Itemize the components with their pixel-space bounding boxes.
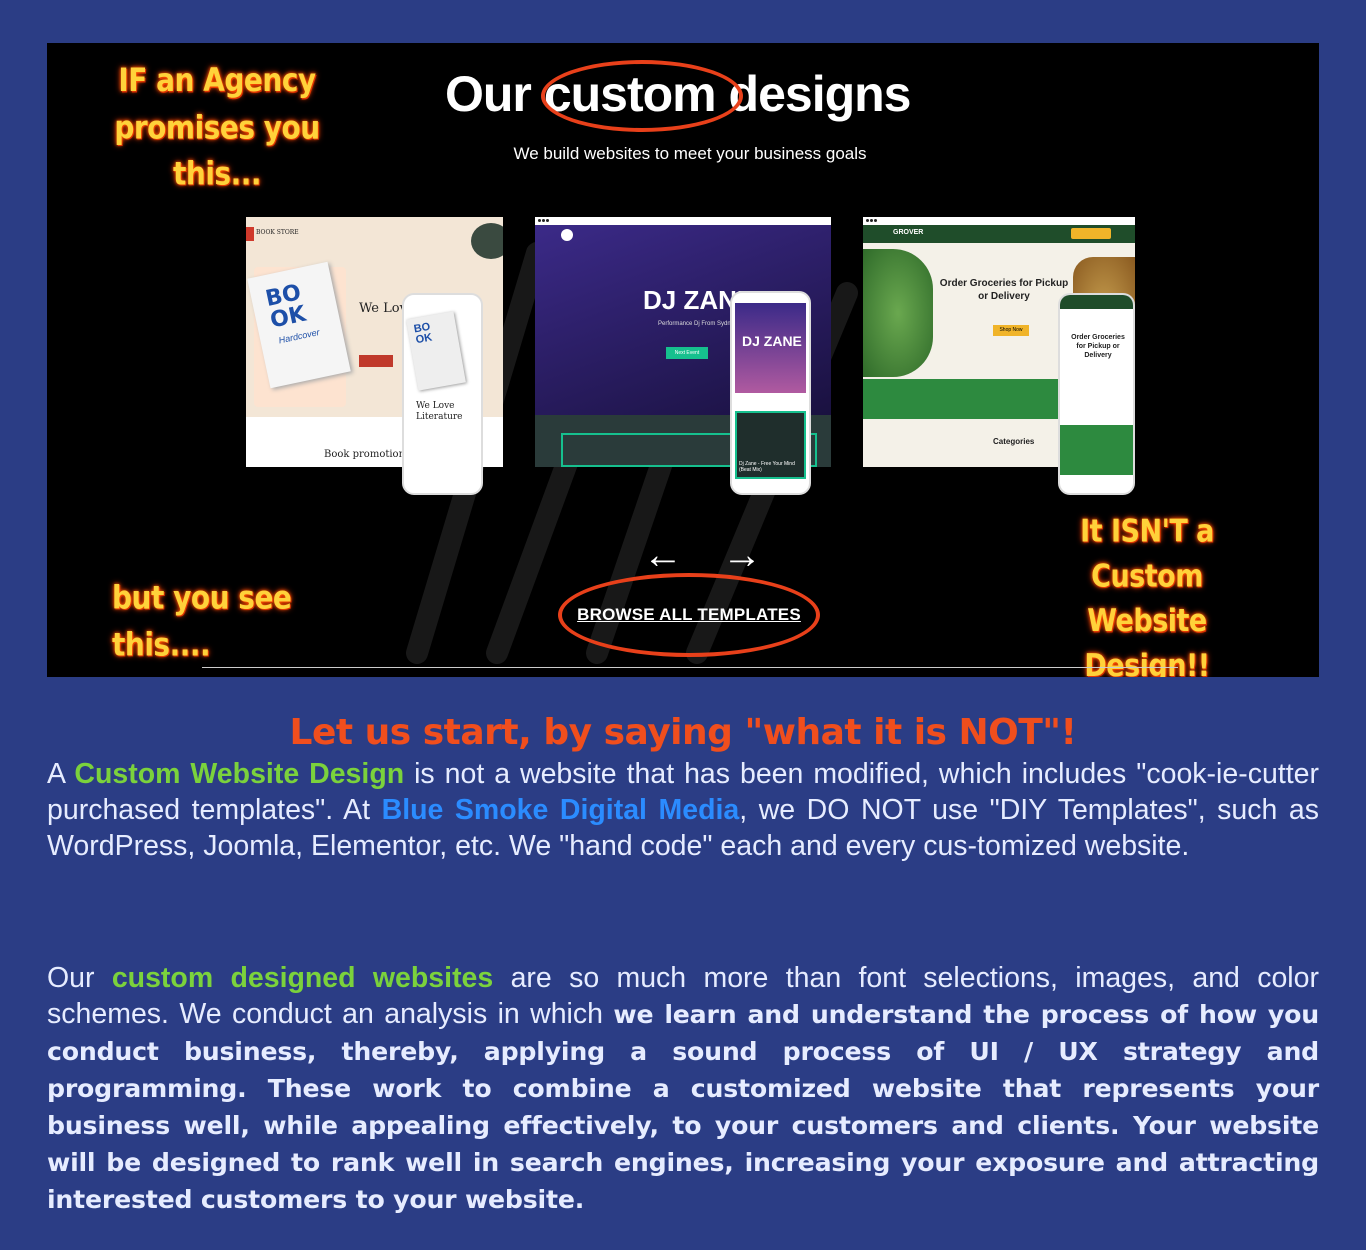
grocery-heading: Order Groceries for Pickup or Delivery xyxy=(939,278,1069,302)
p1-highlight-blue: Blue Smoke Digital Media xyxy=(381,794,740,826)
paragraph-1: A Custom Website Design is not a website… xyxy=(47,756,1319,864)
p2-highlight-green: custom designed websites xyxy=(111,962,494,994)
p2-bold-text: we learn and understand the process of h… xyxy=(47,1000,1319,1214)
browser-bar xyxy=(535,217,831,225)
book-cover-title: BO OK xyxy=(263,280,309,334)
phone-dj-title: DJ ZANE xyxy=(742,333,802,349)
grocery-section: Categories xyxy=(993,437,1035,446)
phone-dj-track: Dj Zane - Free Your Mind (Beat Mix) xyxy=(739,461,795,473)
browser-bar xyxy=(863,217,1135,225)
callout-bottom-left: but you see this.... xyxy=(112,578,292,663)
title-circle-highlight xyxy=(541,60,743,132)
p2-text-1: Our xyxy=(47,962,112,994)
browse-templates-label: BROWSE ALL TEMPLATES xyxy=(577,605,801,624)
browse-templates-button[interactable]: BROWSE ALL TEMPLATES xyxy=(558,573,820,657)
book-brand: BOOK STORE xyxy=(256,229,299,236)
paragraph-2: Our custom designed websites are so much… xyxy=(47,960,1319,1218)
callout-top-left: IF an Agency promises you this... xyxy=(114,61,320,193)
phone-book-cover: BO OK xyxy=(412,320,434,347)
title-word-designs: designs xyxy=(728,66,912,122)
p1-highlight-green: Custom Website Design xyxy=(74,758,405,790)
phone-book-store: BO OK We Love Literature xyxy=(402,293,483,495)
hero-divider xyxy=(202,667,1178,668)
phone-book-heading: We Love Literature xyxy=(416,401,463,422)
hero-subtitle: We build websites to meet your business … xyxy=(513,144,867,163)
carousel-arrows[interactable]: ← → xyxy=(643,533,762,578)
phone-grocery-heading: Order Groceries for Pickup or Delivery xyxy=(1071,334,1125,359)
p1-text-1: A xyxy=(47,758,75,790)
dj-button: Next Event xyxy=(666,347,708,359)
section-headline: Let us start, by saying "what it is NOT"… xyxy=(289,712,1077,753)
dj-tagline: Performance Dj From Sydney xyxy=(658,321,738,327)
callout-bottom-right: It ISN'T a Custom Website Design!! xyxy=(1080,513,1214,677)
grocery-button: Shop Now xyxy=(993,325,1029,336)
grocery-brand: GROVER xyxy=(893,229,924,236)
phone-dj-zane: DJ ZANE Dj Zane - Free Your Mind (Beat M… xyxy=(730,291,811,495)
book-bottom-label: Book promotions xyxy=(324,449,411,460)
hero-panel: IF an Agency promises you this... but yo… xyxy=(47,43,1319,677)
title-word-our: Our xyxy=(445,66,532,122)
phone-grocery: Order Groceries for Pickup or Delivery xyxy=(1058,293,1135,495)
